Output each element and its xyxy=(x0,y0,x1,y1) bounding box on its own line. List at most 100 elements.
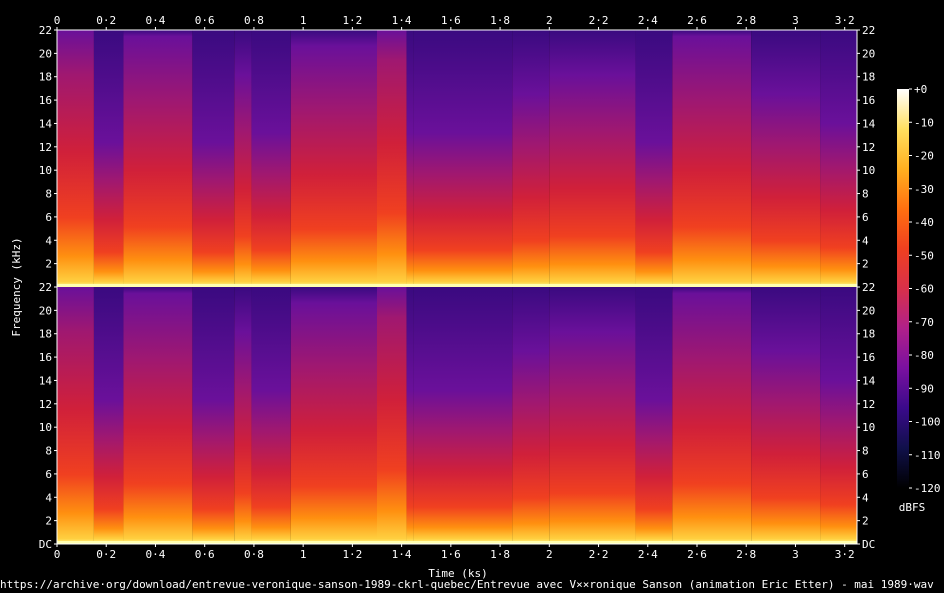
colorbar-label: dBFS xyxy=(899,501,926,514)
x-tick-label-top: 1·6 xyxy=(441,14,461,27)
y-tick-label-left: 16 xyxy=(39,351,52,364)
x-tick-label-top: 2·2 xyxy=(589,14,609,27)
x-tick-label-top: 0·2 xyxy=(96,14,116,27)
x-tick-label-top: 2 xyxy=(546,14,553,27)
spectrogram-segment xyxy=(413,30,513,287)
y-tick-label-right: 14 xyxy=(862,117,876,130)
y-tick-label-right: 10 xyxy=(862,164,875,177)
colorbar-tick-label: -40 xyxy=(914,216,934,229)
y-tick-label-right: DC xyxy=(862,538,875,551)
channel-1-spectrogram xyxy=(57,30,857,287)
x-tick-label-top: 1 xyxy=(300,14,307,27)
y-tick-label-left: 4 xyxy=(45,234,52,247)
spectrogram-segment xyxy=(123,30,193,287)
y-tick-label-left: 16 xyxy=(39,94,52,107)
y-tick-label-left: 2 xyxy=(45,515,52,528)
x-tick-label-bottom: 2·8 xyxy=(736,548,756,561)
dc-band xyxy=(57,284,857,287)
y-tick-label-right: 2 xyxy=(862,515,869,528)
colorbar-tick-label: -80 xyxy=(914,349,934,362)
spectrogram-segment xyxy=(93,30,124,287)
colorbar-tick-label: -30 xyxy=(914,183,934,196)
colorbar-tick-label: -10 xyxy=(914,116,934,129)
y-tick-label-right: 16 xyxy=(862,351,875,364)
y-tick-label-right: 20 xyxy=(862,47,875,60)
x-tick-label-bottom: 0·8 xyxy=(244,548,264,561)
x-tick-label-bottom: 0·6 xyxy=(195,548,215,561)
spectrogram-segment xyxy=(672,287,752,544)
spectrogram-segment xyxy=(290,287,377,544)
y-tick-label-right: 14 xyxy=(862,374,876,387)
spectrogram-segment xyxy=(290,30,377,287)
spectrogram-segment xyxy=(57,30,94,287)
spectrogram-segment xyxy=(820,30,857,287)
channel-2-spectrogram xyxy=(57,287,857,544)
y-tick-label-left: 6 xyxy=(45,211,52,224)
spectrogram-segment xyxy=(93,287,124,544)
y-tick-label-right: 20 xyxy=(862,304,875,317)
x-tick-label-top: 3·2 xyxy=(835,14,855,27)
x-tick-label-top: 0 xyxy=(54,14,61,27)
x-tick-label-bottom: 3·2 xyxy=(835,548,855,561)
y-tick-label-left: 22 xyxy=(39,281,52,294)
y-tick-label-right: 22 xyxy=(862,24,875,37)
x-tick-label-bottom: 1 xyxy=(300,548,307,561)
spectrogram-segment xyxy=(672,30,752,287)
y-tick-label-right: 4 xyxy=(862,234,869,247)
y-tick-label-left: 22 xyxy=(39,24,52,37)
x-tick-label-top: 0·4 xyxy=(146,14,166,27)
spectrogram-segment xyxy=(512,287,550,544)
spectrogram-segment xyxy=(251,287,291,544)
y-tick-label-left: 10 xyxy=(39,164,52,177)
y-tick-label-right: 18 xyxy=(862,71,875,84)
spectrogram-segment xyxy=(413,287,513,544)
x-tick-label-top: 1·8 xyxy=(490,14,510,27)
x-tick-label-top: 0·8 xyxy=(244,14,264,27)
colorbar-tick-label: -60 xyxy=(914,283,934,296)
y-tick-label-right: 12 xyxy=(862,398,875,411)
spectrogram-figure: 0 0 0·2 0·2 0·4 0·4 0·6 0·6 0·8 0·8 1 1 1·2 1·2 1·4 1·4… xyxy=(10,14,941,580)
y-tick-label-left: 8 xyxy=(45,445,52,458)
y-tick-label-right: 10 xyxy=(862,421,875,434)
spectrogram-segment xyxy=(512,30,550,287)
spectrogram-segment xyxy=(406,30,414,287)
y-tick-label-left: 8 xyxy=(45,188,52,201)
x-tick-label-bottom: 0·4 xyxy=(146,548,166,561)
x-tick-label-top: 3 xyxy=(792,14,799,27)
y-tick-label-right: 8 xyxy=(862,445,869,458)
y-tick-label-right: 16 xyxy=(862,94,875,107)
y-tick-label-left: 2 xyxy=(45,258,52,271)
y-tick-label-right: 8 xyxy=(862,188,869,201)
spectrogram-segment xyxy=(234,287,252,544)
x-tick-label-bottom: 1·8 xyxy=(490,548,510,561)
y-tick-label-right: 12 xyxy=(862,141,875,154)
colorbar-tick-label: -20 xyxy=(914,150,934,163)
spectrogram-segment xyxy=(635,30,673,287)
x-tick-label-bottom: 1·4 xyxy=(392,548,412,561)
source-url-footer: https://archive·org/download/entrevue-ve… xyxy=(0,578,934,591)
y-tick-label-left: 14 xyxy=(39,117,53,130)
spectrogram-segment xyxy=(192,30,235,287)
y-tick-label-left: 20 xyxy=(39,47,52,60)
x-tick-label-bottom: 2·6 xyxy=(687,548,707,561)
x-tick-label-top: 2·6 xyxy=(687,14,707,27)
x-tick-label-top: 0·6 xyxy=(195,14,215,27)
y-tick-label-left: 18 xyxy=(39,328,52,341)
y-tick-label-left: DC xyxy=(39,538,52,551)
spectrogram-segment xyxy=(820,287,857,544)
colorbar-tick-label: -100 xyxy=(914,416,941,429)
colorbar-tick-label: -50 xyxy=(914,249,934,262)
x-tick-label-bottom: 3 xyxy=(792,548,799,561)
spectrogram-segment xyxy=(123,287,193,544)
colorbar-tick-label: -70 xyxy=(914,316,934,329)
y-tick-label-left: 12 xyxy=(39,141,52,154)
y-tick-label-right: 6 xyxy=(862,211,869,224)
y-tick-label-left: 6 xyxy=(45,468,52,481)
x-tick-label-top: 2·8 xyxy=(736,14,756,27)
y-axis-label: Frequency (kHz) xyxy=(10,237,23,336)
x-tick-label-top: 1·2 xyxy=(342,14,362,27)
spectrogram-segment xyxy=(251,30,291,287)
x-tick-label-bottom: 2 xyxy=(546,548,553,561)
y-tick-label-right: 6 xyxy=(862,468,869,481)
colorbar-scale xyxy=(897,89,909,488)
